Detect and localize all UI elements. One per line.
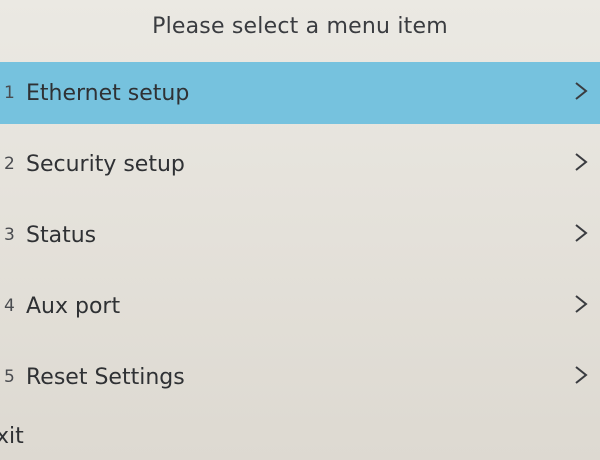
menu-item-aux-port[interactable]: 4 Aux port [0,275,600,337]
menu-item-number: 5 [4,367,15,387]
menu-item-number: 2 [4,154,15,174]
chevron-right-icon [574,152,588,172]
menu-item-label: Status [26,222,97,248]
chevron-right-icon [574,81,588,101]
menu-prompt-title: Please select a menu item [152,14,448,39]
device-screen: Please select a menu item 1 Ethernet set… [0,0,600,460]
menu-item-label: Security setup [26,151,185,177]
menu-item-ethernet-setup[interactable]: 1 Ethernet setup [0,62,600,124]
menu-item-label: Ethernet setup [26,80,190,106]
menu-item-security-setup[interactable]: 2 Security setup [0,133,600,195]
menu-item-status[interactable]: 3 Status [0,204,600,266]
menu-item-number: 4 [4,296,15,316]
main-menu: 1 Ethernet setup 2 Security setup 3 Stat… [0,62,600,417]
menu-item-number: 3 [4,225,15,245]
chevron-right-icon [574,294,588,314]
chevron-right-icon [574,365,588,385]
menu-item-reset-settings[interactable]: 5 Reset Settings [0,346,600,408]
exit-softkey[interactable]: xit [0,424,24,449]
menu-item-label: Aux port [26,293,121,319]
chevron-right-icon [574,223,588,243]
menu-item-number: 1 [4,83,15,103]
menu-item-label: Reset Settings [26,364,185,390]
